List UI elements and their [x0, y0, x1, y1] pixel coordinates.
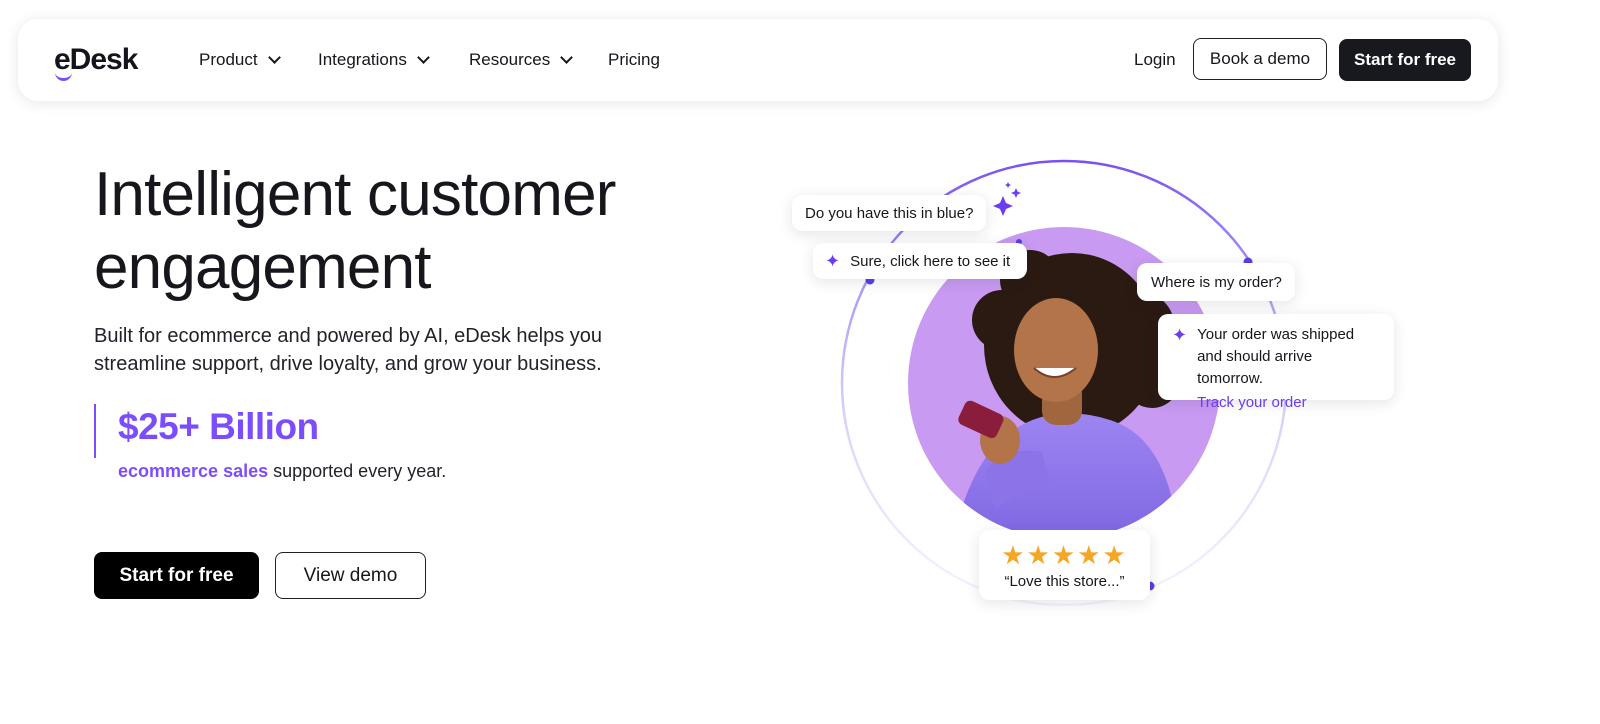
stat-value: $25+ Billion: [118, 406, 319, 447]
nav-item-integrations[interactable]: Integrations: [318, 19, 430, 101]
chat-text: Where is my order?: [1151, 273, 1282, 291]
chat-reply-content: Your order was shipped and should arrive…: [1197, 324, 1380, 414]
nav-item-pricing[interactable]: Pricing: [608, 19, 660, 101]
track-order-link: Track your order: [1197, 394, 1307, 411]
chat-bubble-question: Do you have this in blue?: [792, 195, 986, 231]
chat-bubble-question: Where is my order?: [1137, 263, 1295, 301]
view-demo-button[interactable]: View demo: [275, 552, 426, 599]
nav-item-label: Integrations: [318, 50, 407, 69]
start-free-button[interactable]: Start for free: [94, 552, 259, 599]
sparkle-icon: [993, 196, 1013, 216]
sparkle-icon: [1005, 182, 1011, 188]
chat-text: Sure, click here to see it: [850, 252, 1011, 270]
chevron-down-icon: [267, 51, 281, 64]
hero-subtext: Built for ecommerce and powered by AI, e…: [94, 325, 603, 375]
star-rating-icon: ★★★★★: [1001, 540, 1128, 570]
review-text: “Love this store...”: [1004, 573, 1125, 590]
ai-sparkle-icon: ✦: [825, 250, 841, 271]
stat-highlight: ecommerce sales: [118, 461, 269, 481]
review-card: ★★★★★ “Love this store...”: [979, 530, 1150, 600]
chat-text: Do you have this in blue?: [805, 204, 974, 222]
nav-item-label: Product: [199, 50, 258, 69]
hero-headline: Intelligent customer engagement: [94, 160, 616, 302]
nav-item-label: Pricing: [608, 50, 660, 69]
login-link[interactable]: Login: [1134, 19, 1176, 101]
sparkle-icon: [1011, 188, 1021, 198]
stat-accent-bar: [94, 404, 96, 458]
stat-caption: ecommerce sales supported every year.: [118, 461, 446, 482]
chevron-down-icon: [416, 51, 430, 64]
top-navbar: eDesk Product Integrations Resources Pri…: [18, 19, 1498, 101]
start-free-nav-button[interactable]: Start for free: [1339, 39, 1471, 81]
logo-smile-icon: [55, 71, 72, 81]
chevron-down-icon: [560, 51, 574, 64]
nav-item-resources[interactable]: Resources: [469, 19, 574, 101]
ai-sparkle-icon: ✦: [1172, 325, 1188, 345]
edesk-logo[interactable]: eDesk: [54, 43, 158, 81]
nav-item-label: Resources: [469, 50, 551, 69]
chat-text: Your order was shipped and should arrive…: [1197, 326, 1355, 387]
hero-illustration: Do you have this in blue? ✦ Sure, click …: [780, 140, 1420, 620]
book-demo-button[interactable]: Book a demo: [1193, 38, 1327, 80]
chat-bubble-ai-reply: ✦ Your order was shipped and should arri…: [1158, 314, 1394, 411]
chat-bubble-ai-reply: ✦ Sure, click here to see it: [813, 243, 1027, 279]
nav-item-product[interactable]: Product: [199, 19, 281, 101]
stat-rest: supported every year.: [273, 461, 447, 481]
